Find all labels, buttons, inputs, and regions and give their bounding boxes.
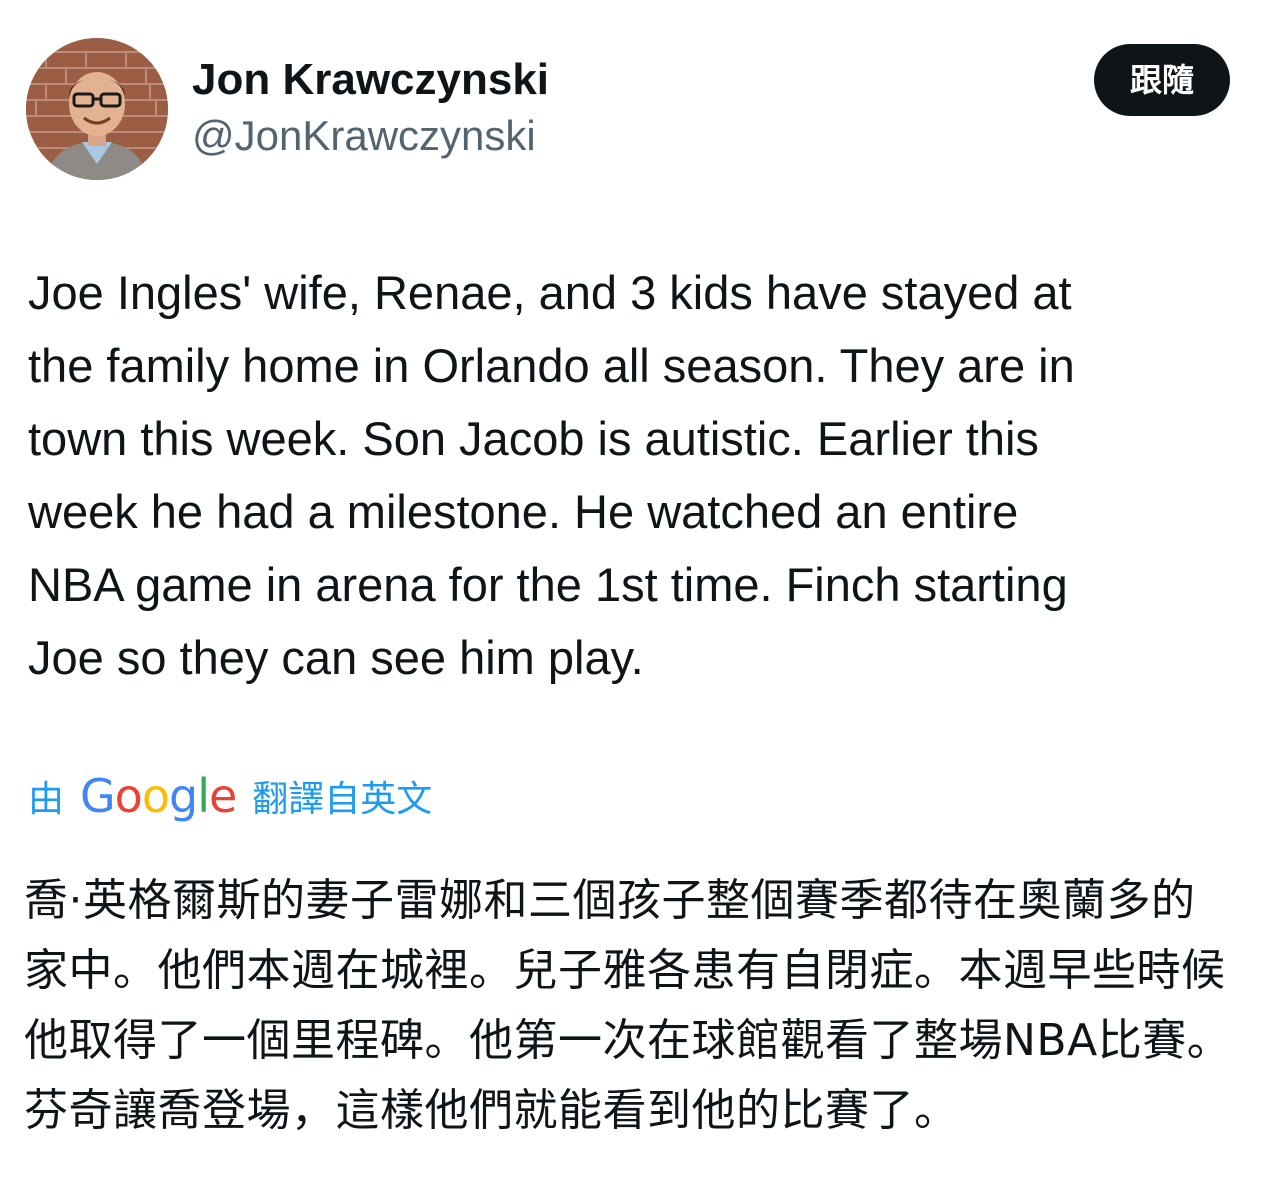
profile-photo-icon [26,38,168,180]
follow-button[interactable]: 跟隨 [1093,44,1230,116]
translation-attribution[interactable]: 由 Google 翻譯自英文 [28,766,432,826]
google-letter-g2: g [168,769,198,823]
user-handle[interactable]: @JonKrawczynski [192,110,549,162]
google-letter-o1: o [114,769,143,823]
translated-from-label: 翻譯自英文 [252,779,433,820]
translated-text: 喬·英格爾斯的妻子雷娜和三個孩子整個賽季都待在奧蘭多的家中。他們本週在城裡。兒子… [24,875,1232,1136]
tweet-header: Jon Krawczynski @JonKrawczynski 跟隨 [26,38,1230,180]
tweet-text: Joe Ingles' wife, Renae, and 3 kids have… [28,266,1075,684]
google-letter-l: l [197,769,210,823]
display-name[interactable]: Jon Krawczynski [192,54,549,106]
google-logo-icon: Google [80,766,237,826]
avatar[interactable] [26,38,168,180]
translate-by-label: 由 [28,779,65,820]
google-letter-o2: o [141,769,170,823]
google-letter-e: e [208,769,237,823]
user-info: Jon Krawczynski @JonKrawczynski [192,54,549,162]
google-letter-g: G [80,769,116,823]
